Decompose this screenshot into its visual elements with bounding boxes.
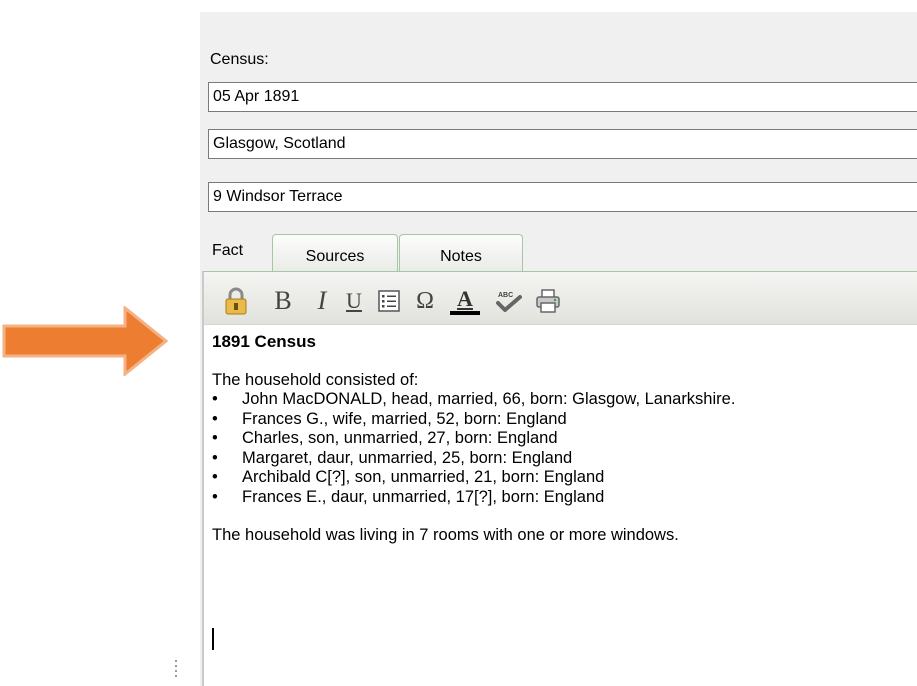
print-icon[interactable] <box>534 286 562 316</box>
lock-icon[interactable] <box>222 286 250 316</box>
text-color-swatch <box>450 310 480 315</box>
bold-button[interactable]: B <box>272 286 294 316</box>
census-date-field[interactable] <box>208 82 917 112</box>
text-color-letter: A <box>457 285 473 311</box>
svg-text:ABC: ABC <box>498 292 513 299</box>
content-heading: 1891 Census <box>212 332 316 351</box>
tab-sources[interactable]: Sources <box>272 234 398 272</box>
underline-button[interactable]: U <box>344 286 364 316</box>
content-intro: The household consisted of: <box>212 370 419 389</box>
omega-button[interactable]: Ω <box>413 286 437 316</box>
splitter-grip[interactable] <box>175 660 178 684</box>
list-item: Frances E., daur, unmarried, 17[?], born… <box>212 488 735 508</box>
editor-content: 1891 Census The household consisted of: … <box>212 332 735 546</box>
arrow-right-icon <box>2 306 169 376</box>
list-item: Archibald C[?], son, unmarried, 21, born… <box>212 468 735 488</box>
screenshot-stage: Census: Fact Sources Notes B I U <box>0 0 917 686</box>
census-address-field[interactable] <box>208 182 917 212</box>
census-label: Census: <box>210 51 269 68</box>
list-item: John MacDONALD, head, married, 66, born:… <box>212 390 735 410</box>
italic-button[interactable]: I <box>313 286 331 316</box>
tab-fact[interactable]: Fact <box>212 242 243 260</box>
text-caret <box>212 628 214 650</box>
tab-notes[interactable]: Notes <box>399 234 523 272</box>
list-item: Margaret, daur, unmarried, 25, born: Eng… <box>212 449 735 469</box>
census-panel: Census: Fact Sources Notes B I U <box>200 12 917 686</box>
household-list: John MacDONALD, head, married, 66, born:… <box>212 390 735 507</box>
content-footer: The household was living in 7 rooms with… <box>212 526 679 544</box>
bullet-list-icon[interactable] <box>377 286 401 316</box>
list-item: Charles, son, unmarried, 27, born: Engla… <box>212 429 735 449</box>
list-item: Frances G., wife, married, 52, born: Eng… <box>212 410 735 430</box>
census-place-field[interactable] <box>208 129 917 159</box>
text-color-icon[interactable]: A <box>448 286 482 316</box>
editor-toolbar: B I U Ω A ABC <box>204 272 917 325</box>
rich-text-editor[interactable]: B I U Ω A ABC 1891 Census The household … <box>202 271 917 686</box>
spell-check-icon[interactable]: ABC <box>494 286 524 316</box>
